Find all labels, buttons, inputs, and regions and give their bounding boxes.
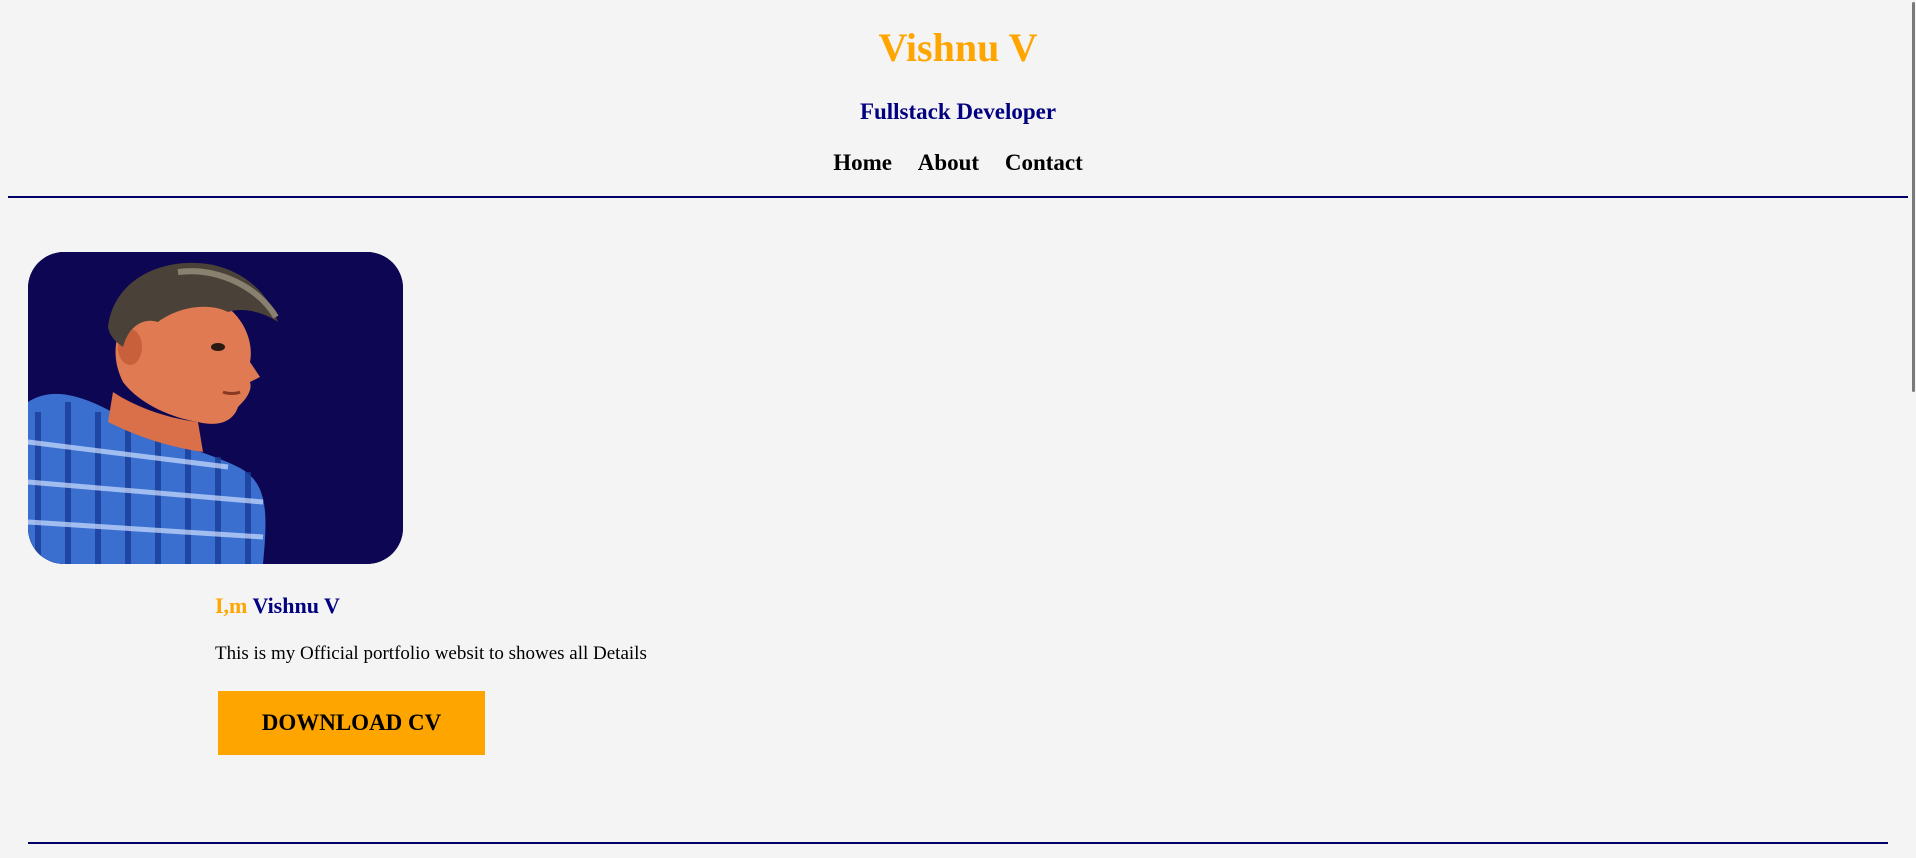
site-subtitle: Fullstack Developer bbox=[859, 99, 1057, 124]
nav-item-about[interactable]: About bbox=[918, 150, 979, 175]
intro-name: Vishnu V bbox=[252, 593, 340, 618]
profile-photo-illustration bbox=[28, 252, 403, 564]
site-title: Vishnu V bbox=[878, 25, 1038, 70]
header-divider bbox=[8, 196, 1908, 198]
intro-heading: I,m Vishnu V bbox=[215, 592, 340, 620]
profile-photo bbox=[28, 252, 403, 564]
intro-prefix: I,m bbox=[215, 593, 248, 618]
portfolio-page: Vishnu V Fullstack Developer Home About … bbox=[0, 0, 1916, 858]
section-divider bbox=[28, 842, 1888, 844]
intro-description: This is my Official portfolio websit to … bbox=[215, 643, 647, 664]
main-nav: Home About Contact bbox=[0, 148, 1916, 178]
scrollbar-thumb[interactable] bbox=[1912, 2, 1915, 392]
nav-item-contact[interactable]: Contact bbox=[1005, 150, 1083, 175]
download-cv-button[interactable]: DOWNLOAD CV bbox=[218, 691, 485, 755]
nav-item-home[interactable]: Home bbox=[833, 150, 892, 175]
page-scrollbar[interactable] bbox=[1910, 0, 1916, 858]
